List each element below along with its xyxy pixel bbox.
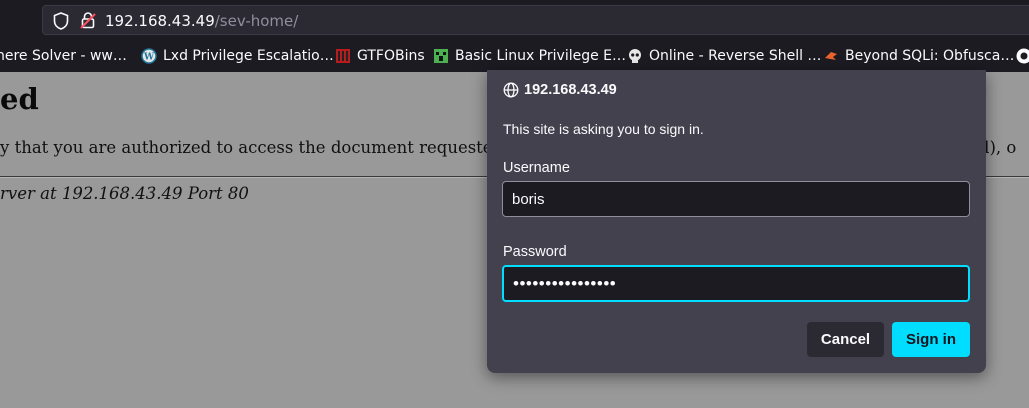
bookmark-item[interactable]: Basic Linux Privilege E… — [433, 40, 626, 72]
dialog-origin-text: 192.168.43.49 — [524, 82, 617, 98]
shield-icon[interactable] — [53, 12, 69, 30]
bookmark-item[interactable]: Beyond SQLi: Obfusca… — [823, 40, 1014, 72]
server-signature: rver at 192.168.43.49 Port 80 — [0, 184, 249, 203]
cancel-button[interactable]: Cancel — [807, 322, 884, 357]
bookmark-label: Lxd Privilege Escalatio… — [163, 48, 334, 64]
wordpress-icon: W — [141, 48, 157, 64]
bookmark-item[interactable]: GTFOBins — [335, 40, 425, 72]
dialog-origin: 192.168.43.49 — [503, 82, 617, 98]
bookmark-item[interactable]: Online - Reverse Shell … — [627, 40, 821, 72]
insecure-lock-icon[interactable] — [80, 11, 96, 29]
auth-dialog: 192.168.43.49 This site is asking you to… — [487, 70, 986, 373]
bookmark-item[interactable] — [1016, 40, 1029, 72]
sign-in-button[interactable]: Sign in — [892, 322, 970, 357]
page-paragraph: y that you are authorized to access the … — [0, 138, 504, 157]
bookmark-item[interactable]: nere Solver - ww… — [0, 40, 127, 72]
bookmark-label: Online - Reverse Shell … — [649, 48, 822, 64]
globe-icon — [503, 82, 519, 98]
url-host: 192.168.43.49 — [105, 12, 215, 30]
username-field[interactable] — [502, 181, 970, 217]
toolbar: 192.168.43.49/sev-home/ — [0, 0, 1029, 40]
bookmarks-toolbar: nere Solver - ww… W Lxd Privilege Escala… — [0, 40, 1029, 72]
password-field[interactable] — [502, 265, 970, 302]
url-path: /sev-home/ — [214, 12, 299, 30]
url-text[interactable]: 192.168.43.49/sev-home/ — [105, 12, 298, 30]
bookmark-label: GTFOBins — [357, 48, 425, 64]
bookmark-item[interactable]: W Lxd Privilege Escalatio… — [141, 40, 334, 72]
svg-text:W: W — [143, 53, 155, 63]
bookmark-label: Beyond SQLi: Obfusca… — [845, 48, 1015, 64]
skull-icon — [627, 48, 643, 64]
gtfobins-icon — [335, 48, 351, 64]
password-label: Password — [503, 244, 567, 260]
github-icon — [1016, 48, 1029, 64]
username-label: Username — [503, 160, 570, 176]
page-heading: ed — [0, 82, 39, 116]
bookmark-label: nere Solver - ww… — [0, 48, 127, 64]
bird-icon — [823, 48, 839, 64]
creeper-icon — [433, 48, 449, 64]
bookmark-label: Basic Linux Privilege E… — [455, 48, 627, 64]
address-bar[interactable]: 192.168.43.49/sev-home/ — [42, 5, 1029, 35]
dialog-message: This site is asking you to sign in. — [503, 121, 704, 137]
